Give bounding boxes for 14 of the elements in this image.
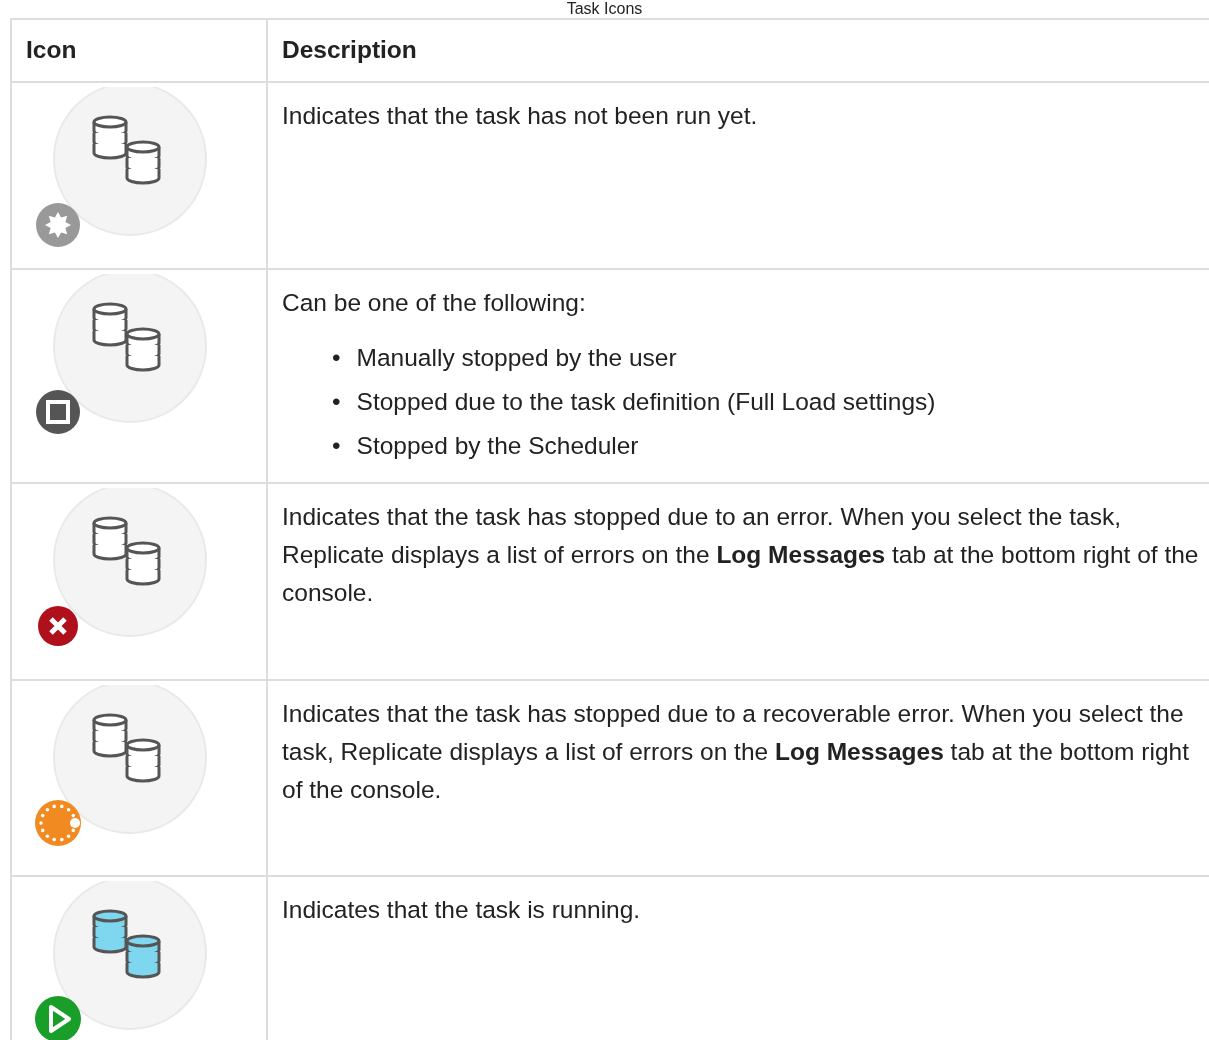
bullet-marker: •: [332, 342, 341, 373]
description-text: Indicates that the task is running.: [282, 894, 642, 925]
bullet-marker: •: [332, 386, 341, 417]
description-text: Indicates that the task has not been run yet.: [282, 100, 759, 131]
description-text: Indicates that the task has stopped due to an error. When you select the task, Replicate displays a list of errors on the Log Messages tab at the bottom right of the console.: [282, 501, 1200, 608]
description-text: Indicates that the task has stopped due to a recoverable error. When you select the task, Replicate displays a list of errors on the Log Messages tab at the bottom right of the console.: [282, 698, 1190, 805]
bullet-marker: •: [332, 430, 341, 461]
table-caption: Task Icons: [565, 0, 644, 18]
bullet-item: Stopped by the Scheduler: [356, 430, 639, 461]
column-header: Icon: [11, 19, 267, 82]
description-text: Can be one of the following:: [282, 287, 587, 318]
bullet-item: Stopped due to the task definition (Full Load settings): [356, 386, 936, 417]
bullet-item: Manually stopped by the user: [356, 342, 677, 373]
column-header: Description: [267, 19, 1209, 82]
